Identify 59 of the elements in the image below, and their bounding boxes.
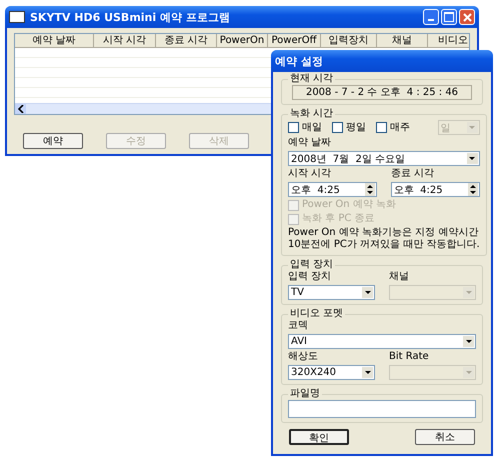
- info-text: 10분전에 PC가 꺼져있을 때만 작동합니다.: [288, 239, 480, 251]
- field-label: 코덱: [288, 320, 309, 332]
- group-label: 현재 시각: [289, 73, 334, 85]
- spinner-icon[interactable]: [364, 183, 375, 196]
- field-label: Bit Rate: [389, 351, 430, 363]
- field-label: 해상도: [288, 351, 319, 363]
- column-header[interactable]: 시작 시각: [94, 34, 156, 47]
- checkbox-label: 매일: [302, 122, 322, 134]
- time-display: 2008 - 7 - 2 수 오후 4 : 25 : 46: [292, 85, 472, 100]
- info-text: Power On 예약 녹화기능은 지정 예약시간: [288, 227, 480, 239]
- date-dropdown[interactable]: 2008년 7월 2일 수요일: [288, 151, 480, 166]
- device-dropdown[interactable]: TV: [288, 285, 375, 300]
- column-header[interactable]: PowerOn: [217, 34, 268, 47]
- dropdown-arrow-icon: [469, 126, 476, 129]
- filename-field[interactable]: [288, 400, 476, 418]
- dropdown-arrow-icon: [364, 291, 370, 294]
- dropdown-arrow-icon: [466, 291, 472, 294]
- codec-dropdown[interactable]: AVI: [288, 334, 476, 349]
- field-label: 예약 날짜: [288, 137, 332, 149]
- group-label: 비디오 포멧: [289, 308, 344, 320]
- checkbox-label: 매주: [390, 122, 410, 134]
- field-label: 종료 시각: [390, 168, 436, 180]
- checkbox-label: Power On 예약 녹화: [302, 199, 396, 211]
- column-header[interactable]: 종료 시각: [156, 34, 217, 47]
- action-button[interactable]: 예약: [23, 133, 83, 149]
- field-label: 입력 장치: [288, 271, 332, 283]
- checkbox-label: 녹화 후 PC 종료: [302, 213, 375, 225]
- dialog-title: 예약 설정: [275, 54, 324, 68]
- column-header[interactable]: 예약 날짜: [15, 34, 94, 47]
- checkbox[interactable]: [376, 122, 387, 133]
- checkbox[interactable]: [288, 122, 299, 133]
- dialog-button[interactable]: 확인: [289, 429, 349, 445]
- group-label: 입력 장치: [289, 259, 334, 271]
- dropdown-arrow-icon: [364, 371, 370, 374]
- window-icon: [9, 11, 25, 23]
- dropdown-arrow-icon: [466, 371, 472, 374]
- column-header[interactable]: 비디오: [428, 34, 469, 47]
- group-label: 파일명: [289, 388, 321, 400]
- spinner-icon[interactable]: [468, 183, 478, 196]
- column-header[interactable]: 채널: [377, 34, 428, 47]
- window-title: SKYTV HD6 USBmini 예약 프로그램: [30, 10, 231, 24]
- group-label: 녹화 시간: [289, 108, 334, 120]
- minimize-button[interactable]: [423, 9, 439, 25]
- scroll-left-icon[interactable]: [18, 105, 24, 113]
- field-label: 채널: [389, 271, 410, 283]
- field-label: 시작 시각: [288, 168, 332, 180]
- dropdown-arrow-icon: [469, 157, 476, 160]
- column-header[interactable]: PowerOff: [268, 34, 321, 47]
- time-field[interactable]: 오후 4:25: [288, 182, 377, 197]
- resolution-dropdown[interactable]: 320X240: [288, 365, 375, 380]
- checkbox[interactable]: [332, 122, 343, 133]
- time-field[interactable]: 오후 4:25: [390, 182, 480, 197]
- close-button[interactable]: [459, 9, 475, 25]
- close-icon: [462, 12, 472, 22]
- dropdown-arrow-icon: [466, 340, 472, 343]
- checkbox-label: 평일: [346, 122, 366, 134]
- column-header[interactable]: 입력장치: [321, 34, 377, 47]
- dialog-button[interactable]: 취소: [415, 429, 475, 445]
- maximize-button[interactable]: [441, 9, 457, 25]
